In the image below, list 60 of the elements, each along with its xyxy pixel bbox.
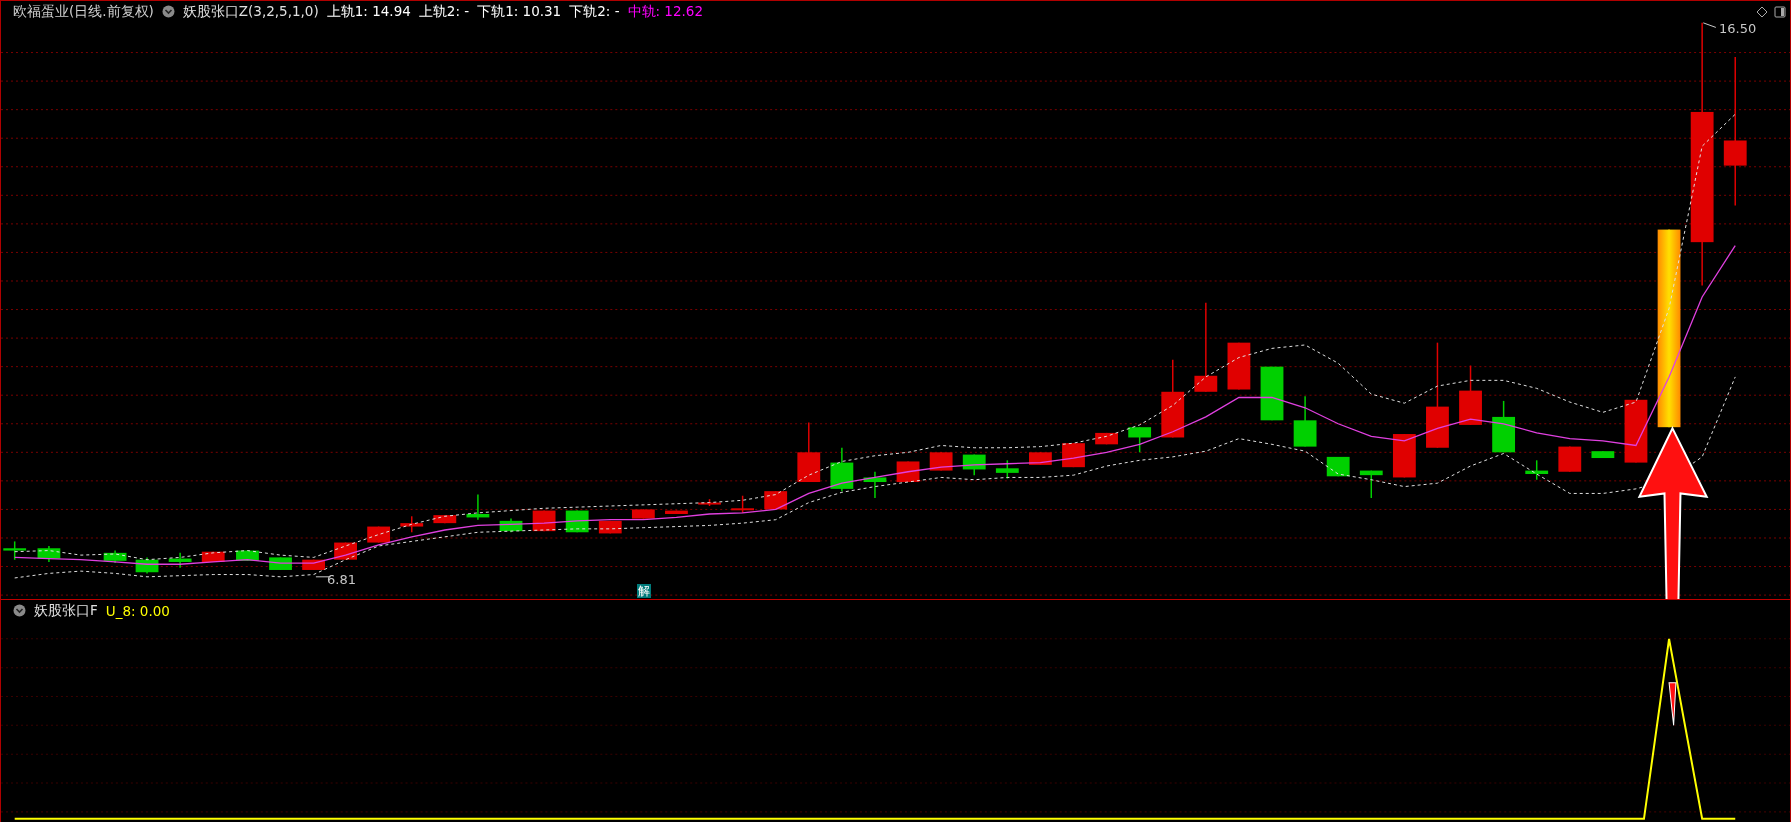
candlestick [665,509,688,515]
candlestick [1062,442,1085,468]
indicator-name: 妖股张口F [34,601,98,620]
candlestick [201,550,225,563]
candlestick [1095,432,1118,446]
leader-line [1702,22,1717,28]
candlestick [400,515,424,533]
candlestick [1392,433,1416,479]
indicator-value: 上轨2: - [418,2,470,21]
candlestick [168,552,192,569]
low-price-label: 6.81 [327,572,356,587]
diamond-icon[interactable] [1756,5,1768,18]
candlestick [37,545,61,563]
chart-title: 欧福蛋业(日线.前复权) [13,2,154,21]
candlestick [1558,445,1582,473]
candlestick [103,549,127,564]
candlestick [764,490,788,511]
candlestick [499,517,523,533]
candlestick [367,525,391,544]
indicator-value: U_8: 0.00 [105,602,170,619]
candlestick [995,459,1019,480]
candlestick [302,558,326,571]
candlestick [896,460,920,483]
candlestick [863,471,887,499]
candlestick [433,514,457,524]
arrow-annotation [1668,682,1677,726]
candlestick [466,493,490,521]
candlestick [1624,399,1648,464]
indicator-value: 下轨1: 10.31 [477,2,562,21]
candlestick [962,453,986,476]
candlestick [929,451,953,472]
indicator-name: 妖股张口Z(3,2,5,1,0) [182,2,319,21]
indicator-value: 下轨2: - [569,2,620,21]
signal-marker: 解 [637,584,651,598]
candlestick [631,508,655,520]
candlestick [1492,400,1516,454]
chevron-down-icon[interactable] [13,604,26,617]
indicator-value: 上轨1: 14.94 [326,2,411,21]
candlestick [135,556,159,575]
candlestick [1359,469,1383,499]
candlestick [1293,395,1317,448]
candlestick [830,447,854,492]
high-price-label: 16.50 [1719,21,1757,36]
candlestick [1128,426,1152,454]
candlestick [1591,450,1615,459]
window-icon[interactable] [1774,5,1786,18]
candlestick [698,498,721,507]
candlestick [269,556,292,571]
chevron-down-icon[interactable] [161,5,175,18]
candlestick [797,421,821,483]
candlestick [236,549,259,562]
candlestick [731,494,754,514]
candlestick [1227,341,1251,391]
indicator-value: 中轨: 12.62 [627,2,703,21]
candlestick [532,509,556,532]
candlestick [3,540,27,561]
candlestick [1260,365,1284,422]
candlestick [1525,459,1549,481]
candlestick [1459,364,1482,426]
candlestick [1326,456,1350,478]
